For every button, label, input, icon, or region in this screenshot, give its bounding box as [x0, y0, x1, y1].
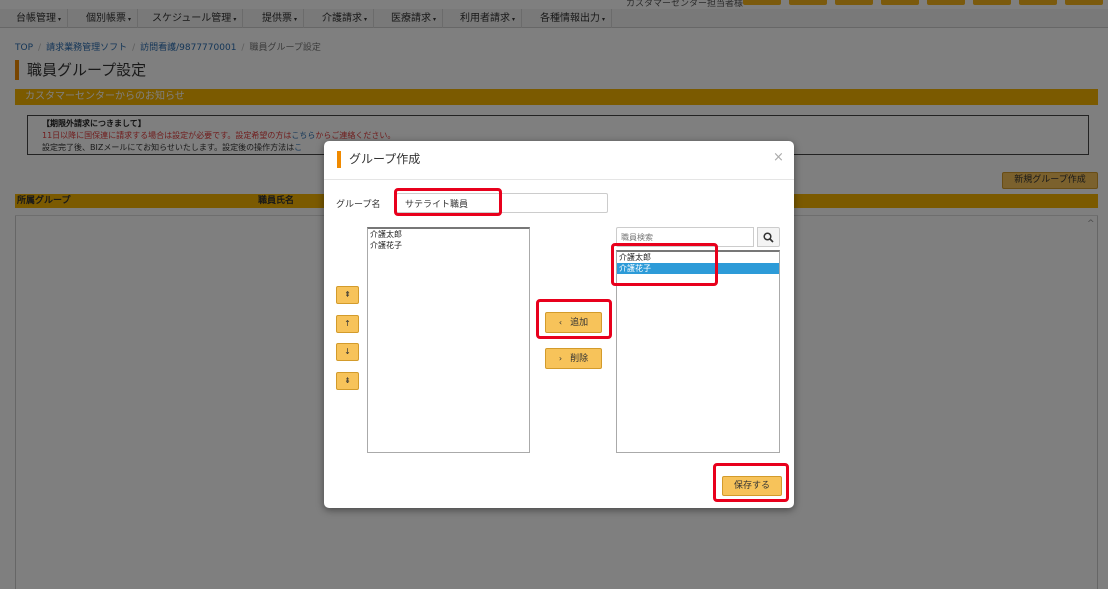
dialog-title: グループ作成: [337, 151, 420, 168]
move-to-bottom-button[interactable]: ⇟: [336, 372, 359, 390]
dialog-divider: [324, 179, 794, 180]
search-icon[interactable]: [757, 227, 780, 247]
remove-button[interactable]: › 削除: [545, 348, 602, 369]
close-icon[interactable]: ×: [773, 150, 784, 165]
group-members-list[interactable]: 介護太郎 介護花子: [367, 227, 530, 453]
highlight-frame: [536, 299, 612, 339]
highlight-frame: [611, 243, 718, 286]
move-down-button[interactable]: ↓: [336, 343, 359, 361]
remove-button-label: 削除: [570, 354, 589, 364]
chevron-right-icon: ›: [558, 354, 563, 363]
group-create-dialog: グループ作成 × グループ名 介護太郎 介護花子 ⇞ ↑ ↓ ⇟ ‹追加 ›削除…: [324, 141, 794, 508]
highlight-frame: [713, 463, 789, 502]
move-up-button[interactable]: ↑: [336, 315, 359, 333]
move-to-top-button[interactable]: ⇞: [336, 286, 359, 304]
list-item[interactable]: 介護太郎: [368, 229, 529, 240]
highlight-frame: [394, 188, 502, 216]
list-item[interactable]: 介護花子: [368, 240, 529, 251]
group-name-label: グループ名: [336, 200, 381, 210]
